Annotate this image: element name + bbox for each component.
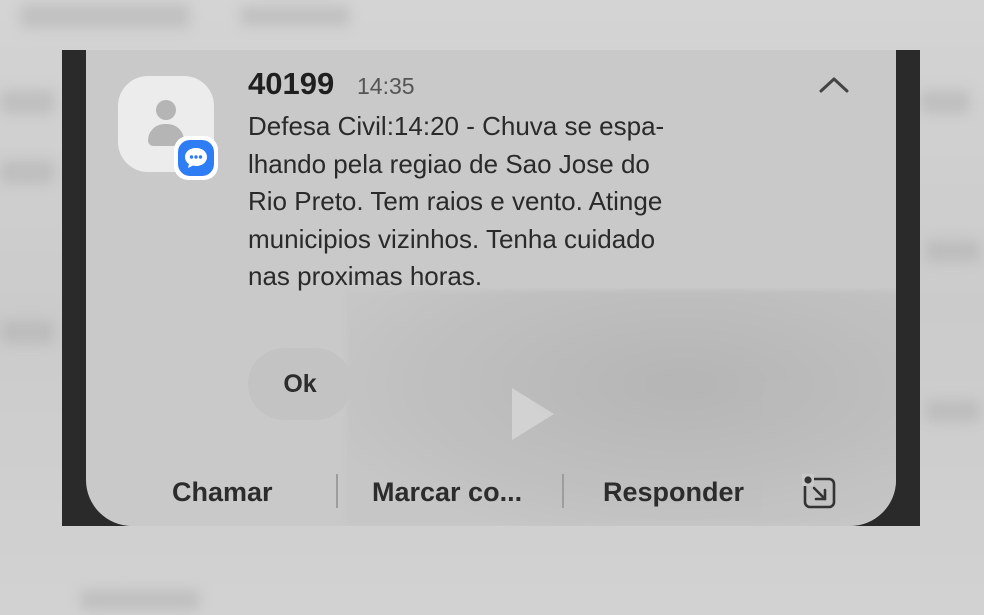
message-line: Defesa Civil:14:20 - Chuva se espa- [248, 111, 665, 141]
blurred-background-text [20, 4, 190, 28]
blurred-background-text [0, 90, 55, 114]
open-in-popup-icon [802, 474, 836, 509]
avatar-head [156, 100, 176, 120]
blurred-background-text [920, 90, 970, 114]
messages-app-icon [174, 136, 218, 180]
reply-button[interactable]: Responder [603, 474, 744, 510]
action-bar: Chamar Marcar co... Responder [86, 466, 896, 518]
message-line: nas proximas horas. [248, 261, 483, 291]
blurred-background-text [925, 400, 980, 422]
message-body: Defesa Civil:14:20 - Chuva se espa- lhan… [248, 108, 738, 296]
message-line: Rio Preto. Tem raios e vento. Atinge [248, 186, 663, 216]
notification-card[interactable]: 40199 14:35 Defesa Civil:14:20 - Chuva s… [86, 50, 896, 526]
blurred-background-text [925, 240, 980, 262]
chevron-up-icon [819, 77, 849, 93]
blurred-background-text [80, 590, 200, 610]
collapse-button[interactable] [814, 68, 854, 102]
blurred-background-text [0, 320, 55, 344]
divider [336, 474, 338, 508]
ok-button[interactable]: Ok [248, 348, 352, 420]
screen: 40199 14:35 Defesa Civil:14:20 - Chuva s… [0, 0, 984, 615]
call-button[interactable]: Chamar [172, 474, 273, 510]
play-icon [512, 388, 554, 440]
notification-time: 14:35 [357, 73, 415, 99]
chat-bubble-icon [185, 148, 207, 168]
mark-as-read-button[interactable]: Marcar co... [372, 474, 522, 510]
messages-app-icon-bubble [178, 140, 214, 176]
message-line: lhando pela regiao de Sao Jose do [248, 148, 650, 179]
blurred-background-text [0, 160, 55, 184]
message-line: municipios vizinhos. Tenha cuidado [248, 223, 656, 254]
sender-number: 40199 [248, 66, 335, 101]
open-in-popup-button[interactable] [788, 466, 852, 518]
blurred-background-text [240, 6, 350, 26]
divider [562, 474, 564, 508]
